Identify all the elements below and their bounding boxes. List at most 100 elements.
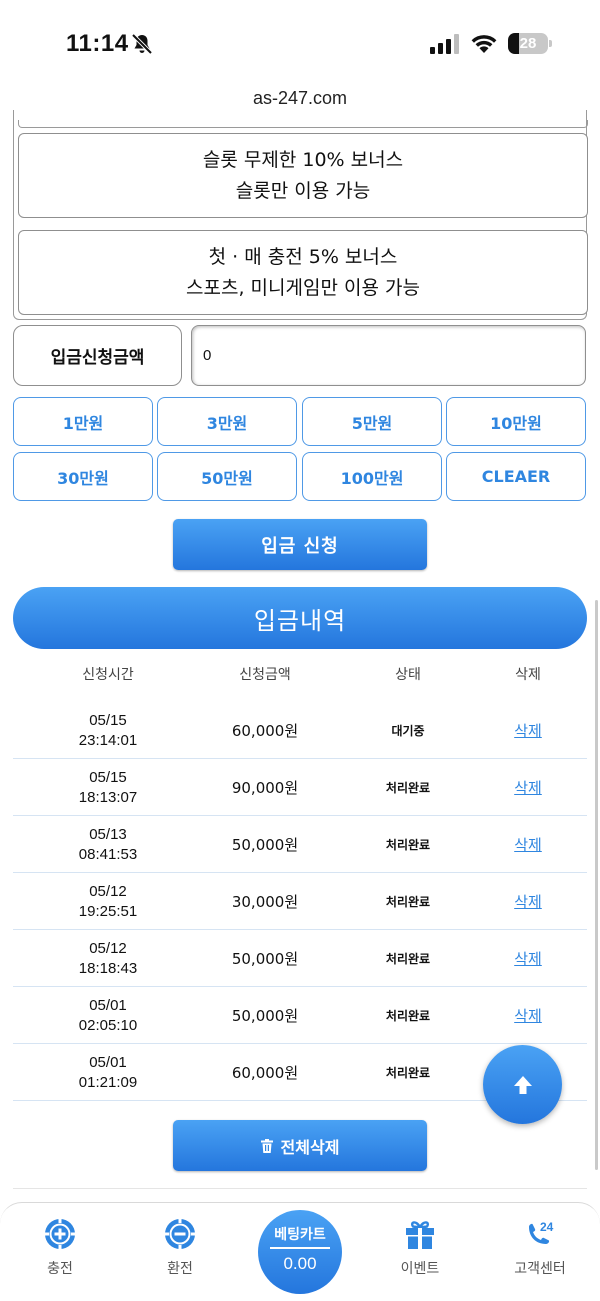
- row-status: 처리완료: [385, 895, 431, 909]
- bonus-title: 슬롯 무제한 10% 보너스: [202, 148, 404, 171]
- status-bar: 11:14 28: [0, 0, 600, 88]
- row-clock: 19:25:51: [78, 903, 138, 920]
- nav-exchange[interactable]: 환전: [130, 1218, 230, 1278]
- row-clock: 18:13:07: [78, 789, 138, 806]
- signal-icon: [430, 34, 459, 54]
- table-row: 05/13 08:41:53 50,000원 처리완료 삭제: [13, 816, 587, 873]
- row-status: 처리완료: [385, 1066, 431, 1080]
- scrollbar[interactable]: [595, 600, 598, 1170]
- nav-event[interactable]: 이벤트: [370, 1218, 470, 1278]
- bonus-option-slot[interactable]: 슬롯 무제한 10% 보너스 슬롯만 이용 가능: [18, 133, 588, 218]
- quick-amount-1000000[interactable]: 100만원: [302, 452, 442, 501]
- quick-amount-10000[interactable]: 1만원: [13, 397, 153, 446]
- scroll-to-top-button[interactable]: [483, 1045, 562, 1124]
- delete-all-label: 전체삭제: [280, 1137, 340, 1157]
- wifi-icon: [471, 35, 497, 53]
- clear-amount-button[interactable]: CLEAER: [446, 452, 586, 501]
- deposit-apply-button[interactable]: 입금 신청: [173, 519, 427, 570]
- nav-charge[interactable]: 충전: [10, 1218, 110, 1278]
- nav-support-label: 고객센터: [514, 1261, 566, 1277]
- column-header-status: 상태: [395, 667, 421, 683]
- row-date: 05/01: [89, 997, 127, 1014]
- plus-chip-icon: [45, 1219, 75, 1249]
- table-row: 05/01 02:05:10 50,000원 처리완료 삭제: [13, 987, 587, 1044]
- battery-nub: [549, 40, 552, 47]
- delete-all-button[interactable]: 전체삭제: [173, 1120, 427, 1171]
- bonus-desc: 슬롯만 이용 가능: [235, 179, 371, 202]
- row-delete-link[interactable]: 삭제: [493, 777, 563, 798]
- status-time: 11:14: [66, 30, 129, 57]
- table-row: 05/15 18:13:07 90,000원 처리완료 삭제: [13, 759, 587, 816]
- row-status: 처리완료: [385, 838, 431, 852]
- row-date: 05/13: [89, 826, 127, 843]
- row-amount: 50,000원: [231, 1007, 299, 1025]
- row-time: 05/12 19:25:51: [53, 882, 163, 922]
- column-header-amount: 신청금액: [239, 667, 291, 683]
- row-time: 05/15 23:14:01: [53, 711, 163, 751]
- row-delete-link[interactable]: 삭제: [493, 834, 563, 855]
- battery-indicator: 28: [508, 33, 548, 54]
- row-date: 05/12: [89, 940, 127, 957]
- phone-24-icon: 24: [529, 1220, 554, 1244]
- row-delete-link[interactable]: 삭제: [493, 720, 563, 741]
- row-clock: 23:14:01: [78, 732, 138, 749]
- row-clock: 18:18:43: [78, 960, 138, 977]
- minus-chip-icon: [165, 1219, 195, 1249]
- support-badge: 24: [540, 1220, 554, 1234]
- row-amount: 50,000원: [231, 950, 299, 968]
- bonus-option-partial[interactable]: [18, 120, 588, 128]
- row-time: 05/01 01:21:09: [53, 1053, 163, 1093]
- row-date: 05/15: [89, 712, 127, 729]
- bet-cart-button[interactable]: 베팅카트 0.00: [258, 1210, 342, 1294]
- column-header-time: 신청시간: [82, 667, 134, 683]
- quick-amount-30000[interactable]: 3만원: [157, 397, 297, 446]
- row-delete-link[interactable]: 삭제: [493, 891, 563, 912]
- table-row: 05/12 19:25:51 30,000원 처리완료 삭제: [13, 873, 587, 930]
- row-amount: 30,000원: [231, 893, 299, 911]
- row-clock: 02:05:10: [78, 1017, 138, 1034]
- row-time: 05/01 02:05:10: [53, 996, 163, 1036]
- deposit-amount-label: 입금신청금액: [13, 325, 182, 386]
- bonus-desc: 스포츠, 미니게임만 이용 가능: [186, 276, 420, 299]
- row-delete-link[interactable]: 삭제: [493, 948, 563, 969]
- row-status: 대기중: [391, 724, 425, 738]
- bet-cart-divider: [270, 1247, 330, 1249]
- bonus-option-first-charge[interactable]: 첫 · 매 충전 5% 보너스 스포츠, 미니게임만 이용 가능: [18, 230, 588, 315]
- quick-amount-50000[interactable]: 5만원: [302, 397, 442, 446]
- row-time: 05/13 08:41:53: [53, 825, 163, 865]
- quick-amount-300000[interactable]: 30만원: [13, 452, 153, 501]
- row-status: 처리완료: [385, 781, 431, 795]
- bell-slash-icon: [131, 33, 153, 55]
- row-date: 05/01: [89, 1054, 127, 1071]
- row-status: 처리완료: [385, 1009, 431, 1023]
- gift-icon: [406, 1221, 434, 1249]
- row-date: 05/15: [89, 769, 127, 786]
- column-header-delete: 삭제: [515, 667, 541, 683]
- row-status: 처리완료: [385, 952, 431, 966]
- deposit-history-title: 입금내역: [13, 587, 587, 649]
- row-date: 05/12: [89, 883, 127, 900]
- row-amount: 60,000원: [231, 722, 299, 740]
- table-row: 05/15 23:14:01 60,000원 대기중 삭제: [13, 702, 587, 759]
- nav-exchange-label: 환전: [167, 1261, 193, 1277]
- nav-charge-label: 충전: [47, 1261, 73, 1277]
- deposit-amount-input[interactable]: [191, 325, 586, 386]
- table-row: 05/12 18:18:43 50,000원 처리완료 삭제: [13, 930, 587, 987]
- battery-level-text: 28: [519, 35, 537, 52]
- row-amount: 60,000원: [231, 1064, 299, 1082]
- row-clock: 08:41:53: [78, 846, 138, 863]
- row-time: 05/12 18:18:43: [53, 939, 163, 979]
- bonus-title: 첫 · 매 충전 5% 보너스: [208, 245, 398, 268]
- arrow-up-icon: [513, 1075, 532, 1094]
- quick-amount-500000[interactable]: 50만원: [157, 452, 297, 501]
- row-amount: 50,000원: [231, 836, 299, 854]
- quick-amount-100000[interactable]: 10만원: [446, 397, 586, 446]
- row-delete-link[interactable]: 삭제: [493, 1005, 563, 1026]
- nav-event-label: 이벤트: [400, 1261, 440, 1277]
- row-amount: 90,000원: [231, 779, 299, 797]
- trash-icon: [260, 1138, 273, 1153]
- bet-cart-label: 베팅카트: [274, 1227, 326, 1243]
- bet-cart-value: 0.00: [283, 1254, 317, 1273]
- row-time: 05/15 18:13:07: [53, 768, 163, 808]
- nav-support[interactable]: 24 고객센터: [490, 1218, 590, 1278]
